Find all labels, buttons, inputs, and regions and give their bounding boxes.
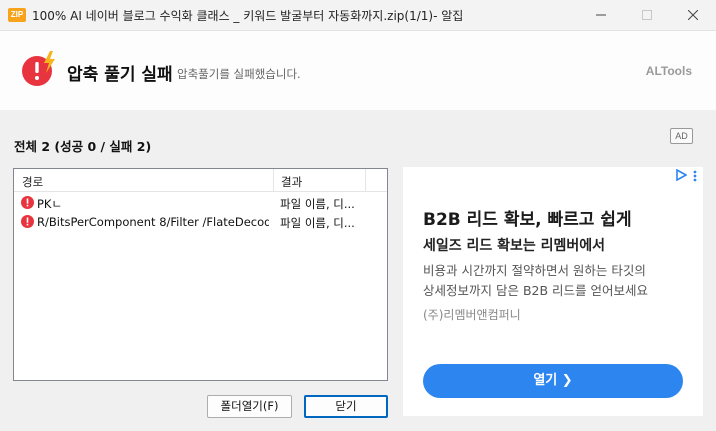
list-header: 경로 결과 bbox=[14, 169, 387, 192]
ad-body: 비용과 시간까지 절약하면서 원하는 타깃의 상세정보까지 담은 B2B 리드를… bbox=[423, 261, 693, 301]
ad-headline[interactable]: B2B 리드 확보, 빠르고 쉽게 bbox=[423, 205, 632, 230]
ad-choices-icon[interactable] bbox=[676, 169, 687, 181]
error-lightning-icon bbox=[22, 51, 55, 86]
ad-body-line: 비용과 시간까지 절약하면서 원하는 타깃의 bbox=[423, 263, 646, 278]
ad-open-button[interactable]: 열기 ❯ bbox=[423, 364, 683, 398]
column-header-result[interactable]: 결과 bbox=[281, 174, 302, 190]
row-path: R/BitsPerComponent 8/Filter /FlateDecod.… bbox=[37, 215, 269, 229]
dialog-header: 압축 풀기 실패 압축풀기를 실패했습니다. ALTools bbox=[0, 31, 716, 110]
ad-body-line: 상세정보까지 담은 B2B 리드를 얻어보세요 bbox=[423, 283, 648, 298]
result-list[interactable]: 경로 결과 PKㄴ 파일 이름, 디... R/BitsPerComponent… bbox=[13, 168, 388, 381]
row-path: PKㄴ bbox=[37, 197, 63, 211]
column-divider[interactable] bbox=[273, 169, 274, 192]
result-summary: 전체 2 (성공 0 / 실패 2) bbox=[14, 139, 152, 154]
column-header-path[interactable]: 경로 bbox=[22, 174, 43, 190]
ad-advertiser: (주)리멤버앤컴퍼니 bbox=[423, 308, 521, 322]
maximize-icon bbox=[642, 10, 652, 20]
ad-subheadline: 세일즈 리드 확보는 리멤버에서 bbox=[423, 238, 606, 254]
ad-badge: AD bbox=[670, 128, 693, 144]
dialog-title: 압축 풀기 실패 bbox=[67, 65, 173, 85]
minimize-icon bbox=[596, 14, 606, 16]
more-vertical-icon[interactable] bbox=[693, 170, 697, 182]
close-icon bbox=[688, 10, 698, 20]
brand-logo: ALTools bbox=[645, 64, 692, 78]
row-result: 파일 이름, 디... bbox=[280, 216, 355, 230]
maximize-button bbox=[624, 0, 670, 31]
close-button[interactable]: 닫기 bbox=[304, 395, 388, 418]
row-result: 파일 이름, 디... bbox=[280, 197, 355, 211]
error-circle-icon bbox=[21, 196, 34, 209]
zip-app-icon: ZIP bbox=[8, 8, 26, 22]
window-title: 100% AI 네이버 블로그 수익화 클래스 _ 키워드 발굴부터 자동화까지… bbox=[32, 9, 464, 23]
minimize-button[interactable] bbox=[578, 0, 624, 31]
open-folder-button[interactable]: 폴더열기(F) bbox=[207, 395, 292, 418]
close-window-button[interactable] bbox=[670, 0, 716, 31]
column-divider[interactable] bbox=[365, 169, 366, 192]
ad-panel[interactable]: B2B 리드 확보, 빠르고 쉽게 세일즈 리드 확보는 리멤버에서 비용과 시… bbox=[403, 167, 703, 416]
error-circle-icon bbox=[21, 215, 34, 228]
dialog-subtitle: 압축풀기를 실패했습니다. bbox=[177, 67, 301, 81]
title-bar: ZIP 100% AI 네이버 블로그 수익화 클래스 _ 키워드 발굴부터 자… bbox=[0, 0, 716, 31]
list-row[interactable]: R/BitsPerComponent 8/Filter /FlateDecod.… bbox=[14, 212, 387, 231]
list-row[interactable]: PKㄴ 파일 이름, 디... bbox=[14, 193, 387, 212]
